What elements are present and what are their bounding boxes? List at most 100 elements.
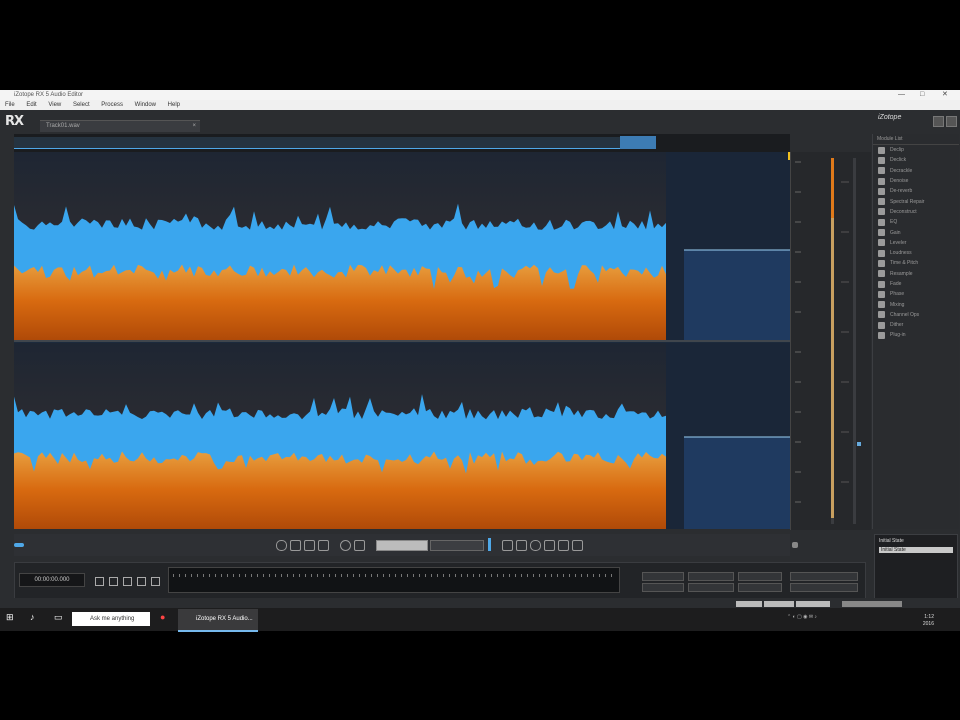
frequency-low-field[interactable]	[790, 572, 858, 581]
close-tab-icon[interactable]: ×	[192, 121, 196, 132]
timeline-tick	[329, 574, 330, 577]
module-item[interactable]: Denoise	[873, 176, 959, 186]
clock-date[interactable]: 2016	[923, 621, 934, 627]
dereverb-icon	[878, 187, 885, 195]
module-item[interactable]: Loudness	[873, 248, 959, 258]
overview-visible-range[interactable]	[14, 137, 654, 149]
task-view-icon[interactable]: ▭	[54, 612, 63, 623]
module-item[interactable]: Time & Pitch	[873, 258, 959, 268]
waveform-overview[interactable]	[14, 134, 790, 152]
module-item[interactable]: Mixing	[873, 299, 959, 309]
file-tab[interactable]: Track01.wav ×	[40, 120, 200, 132]
record-button[interactable]	[137, 577, 146, 586]
waveform-view-icon[interactable]	[516, 540, 527, 551]
level-meter	[795, 158, 861, 524]
module-item[interactable]: Gain	[873, 227, 959, 237]
view-end-field[interactable]	[688, 583, 734, 592]
timeline-tick	[263, 574, 264, 577]
time-select-tool-icon[interactable]	[304, 540, 315, 551]
play-button[interactable]	[95, 577, 104, 586]
magic-wand-icon[interactable]	[530, 540, 541, 551]
loop-button[interactable]	[109, 577, 118, 586]
menu-file[interactable]: File	[5, 102, 15, 108]
module-item[interactable]: De-reverb	[873, 186, 959, 196]
module-item[interactable]: Resample	[873, 269, 959, 279]
timeline-tick	[521, 574, 522, 577]
clock-time[interactable]: 1:12	[924, 614, 934, 620]
spectrogram-canvas[interactable]	[14, 152, 790, 529]
module-item[interactable]: Deconstruct	[873, 207, 959, 217]
timeline-tick	[377, 574, 378, 577]
taskbar-search[interactable]: Ask me anything	[72, 612, 150, 626]
spectral-view-icon[interactable]	[502, 540, 513, 551]
instant-process-mode-icon[interactable]	[572, 540, 583, 551]
frequency-high-field[interactable]	[790, 583, 858, 592]
resample-icon	[878, 270, 885, 278]
view-start-field[interactable]	[642, 583, 684, 592]
module-item[interactable]: Spectral Repair	[873, 196, 959, 206]
module-item[interactable]: Phase	[873, 289, 959, 299]
instant-process-icon[interactable]	[558, 540, 569, 551]
frequency-select-tool-icon[interactable]	[318, 540, 329, 551]
minimize-button[interactable]: —	[898, 90, 905, 100]
timeline-tick	[209, 574, 210, 577]
maximize-button[interactable]: □	[920, 90, 924, 100]
module-item[interactable]: Plug-in	[873, 330, 959, 340]
module-item[interactable]: Fade	[873, 279, 959, 289]
timeline-tick	[203, 574, 204, 577]
module-item[interactable]: Leveler	[873, 238, 959, 248]
menu-view[interactable]: View	[48, 102, 61, 108]
help-icon[interactable]	[946, 116, 957, 127]
zoom-tool-icon[interactable]	[340, 540, 351, 551]
lasso-tool-icon[interactable]	[276, 540, 287, 551]
cortana-icon[interactable]: ♪	[30, 612, 35, 622]
timeline-tick	[467, 574, 468, 577]
zoom-slider[interactable]	[376, 540, 428, 551]
resize-grip-icon[interactable]	[792, 542, 798, 548]
timeline-tick	[365, 574, 366, 577]
harmonic-select-icon[interactable]	[544, 540, 555, 551]
close-button[interactable]: ✕	[942, 90, 948, 100]
history-label: Initial State	[879, 538, 904, 544]
timeline-tick	[293, 574, 294, 577]
menu-help[interactable]: Help	[168, 102, 180, 108]
module-item[interactable]: EQ	[873, 217, 959, 227]
chrome-icon[interactable]: ●	[160, 612, 165, 622]
selection-length-field[interactable]	[738, 572, 782, 581]
spectral-energy-ch2	[14, 450, 666, 529]
module-item[interactable]: Dither	[873, 320, 959, 330]
selection-start-field[interactable]	[642, 572, 684, 581]
display-toggle-icon[interactable]	[14, 543, 24, 547]
settings-icon[interactable]	[933, 116, 944, 127]
spectrogram-display[interactable]	[14, 152, 790, 529]
module-item[interactable]: Channel Ops	[873, 310, 959, 320]
hand-tool-icon[interactable]	[354, 540, 365, 551]
tray-icons[interactable]: ⌃ ◐ ▢ ◉ ✉ ♪	[787, 614, 817, 620]
loudness-icon	[878, 249, 885, 257]
module-item[interactable]: Declip	[873, 145, 959, 155]
module-item[interactable]: Decrackle	[873, 166, 959, 176]
contrast-slider[interactable]	[430, 540, 484, 551]
overview-selection[interactable]	[620, 136, 656, 149]
timeline-ruler[interactable]	[168, 567, 620, 593]
menu-window[interactable]: Window	[135, 102, 156, 108]
timeline-tick	[509, 574, 510, 577]
timeline-tick	[419, 574, 420, 577]
pause-button[interactable]	[123, 577, 132, 586]
module-label: De-reverb	[890, 188, 913, 195]
timeline-tick	[341, 574, 342, 577]
windows-start-icon[interactable]: ⊞	[6, 612, 14, 623]
timeline-tick	[359, 574, 360, 577]
history-item-selected[interactable]: Initial State	[879, 547, 953, 553]
module-item[interactable]: Declick	[873, 155, 959, 165]
selection-end-field[interactable]	[688, 572, 734, 581]
menu-select[interactable]: Select	[73, 102, 90, 108]
repeat-button[interactable]	[151, 577, 160, 586]
menu-process[interactable]: Process	[101, 102, 123, 108]
taskbar-app-rx[interactable]: iZotope RX 5 Audio...	[178, 609, 258, 632]
view-length-field[interactable]	[738, 583, 782, 592]
menu-edit[interactable]: Edit	[26, 102, 36, 108]
timeline-tick	[197, 574, 198, 577]
brush-tool-icon[interactable]	[290, 540, 301, 551]
timeline-tick	[179, 574, 180, 577]
